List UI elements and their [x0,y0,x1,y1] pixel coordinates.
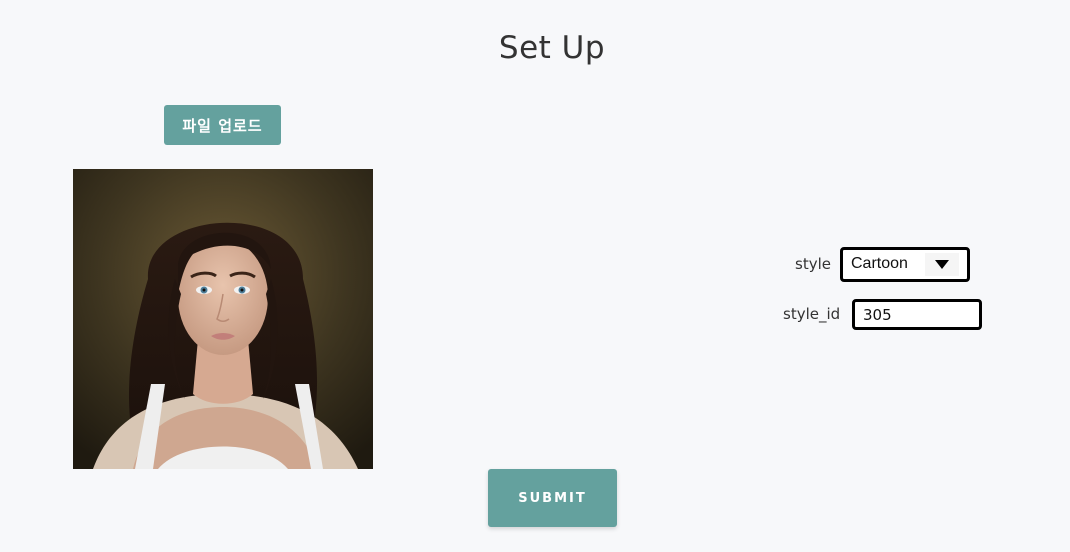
file-upload-button[interactable]: 파일 업로드 [164,105,281,145]
style-id-label: style_id [783,305,841,323]
style-select[interactable]: Cartoon [840,247,970,282]
style-id-input[interactable] [852,299,982,330]
page-title: Set Up [498,30,606,66]
select-arrow-button[interactable] [925,253,959,276]
style-label: style [795,255,831,273]
style-select-value: Cartoon [851,255,908,272]
submit-button[interactable]: SUBMIT [488,469,617,527]
chevron-down-icon [935,260,949,269]
uploaded-image-preview [73,169,373,469]
portrait-image [73,169,373,469]
